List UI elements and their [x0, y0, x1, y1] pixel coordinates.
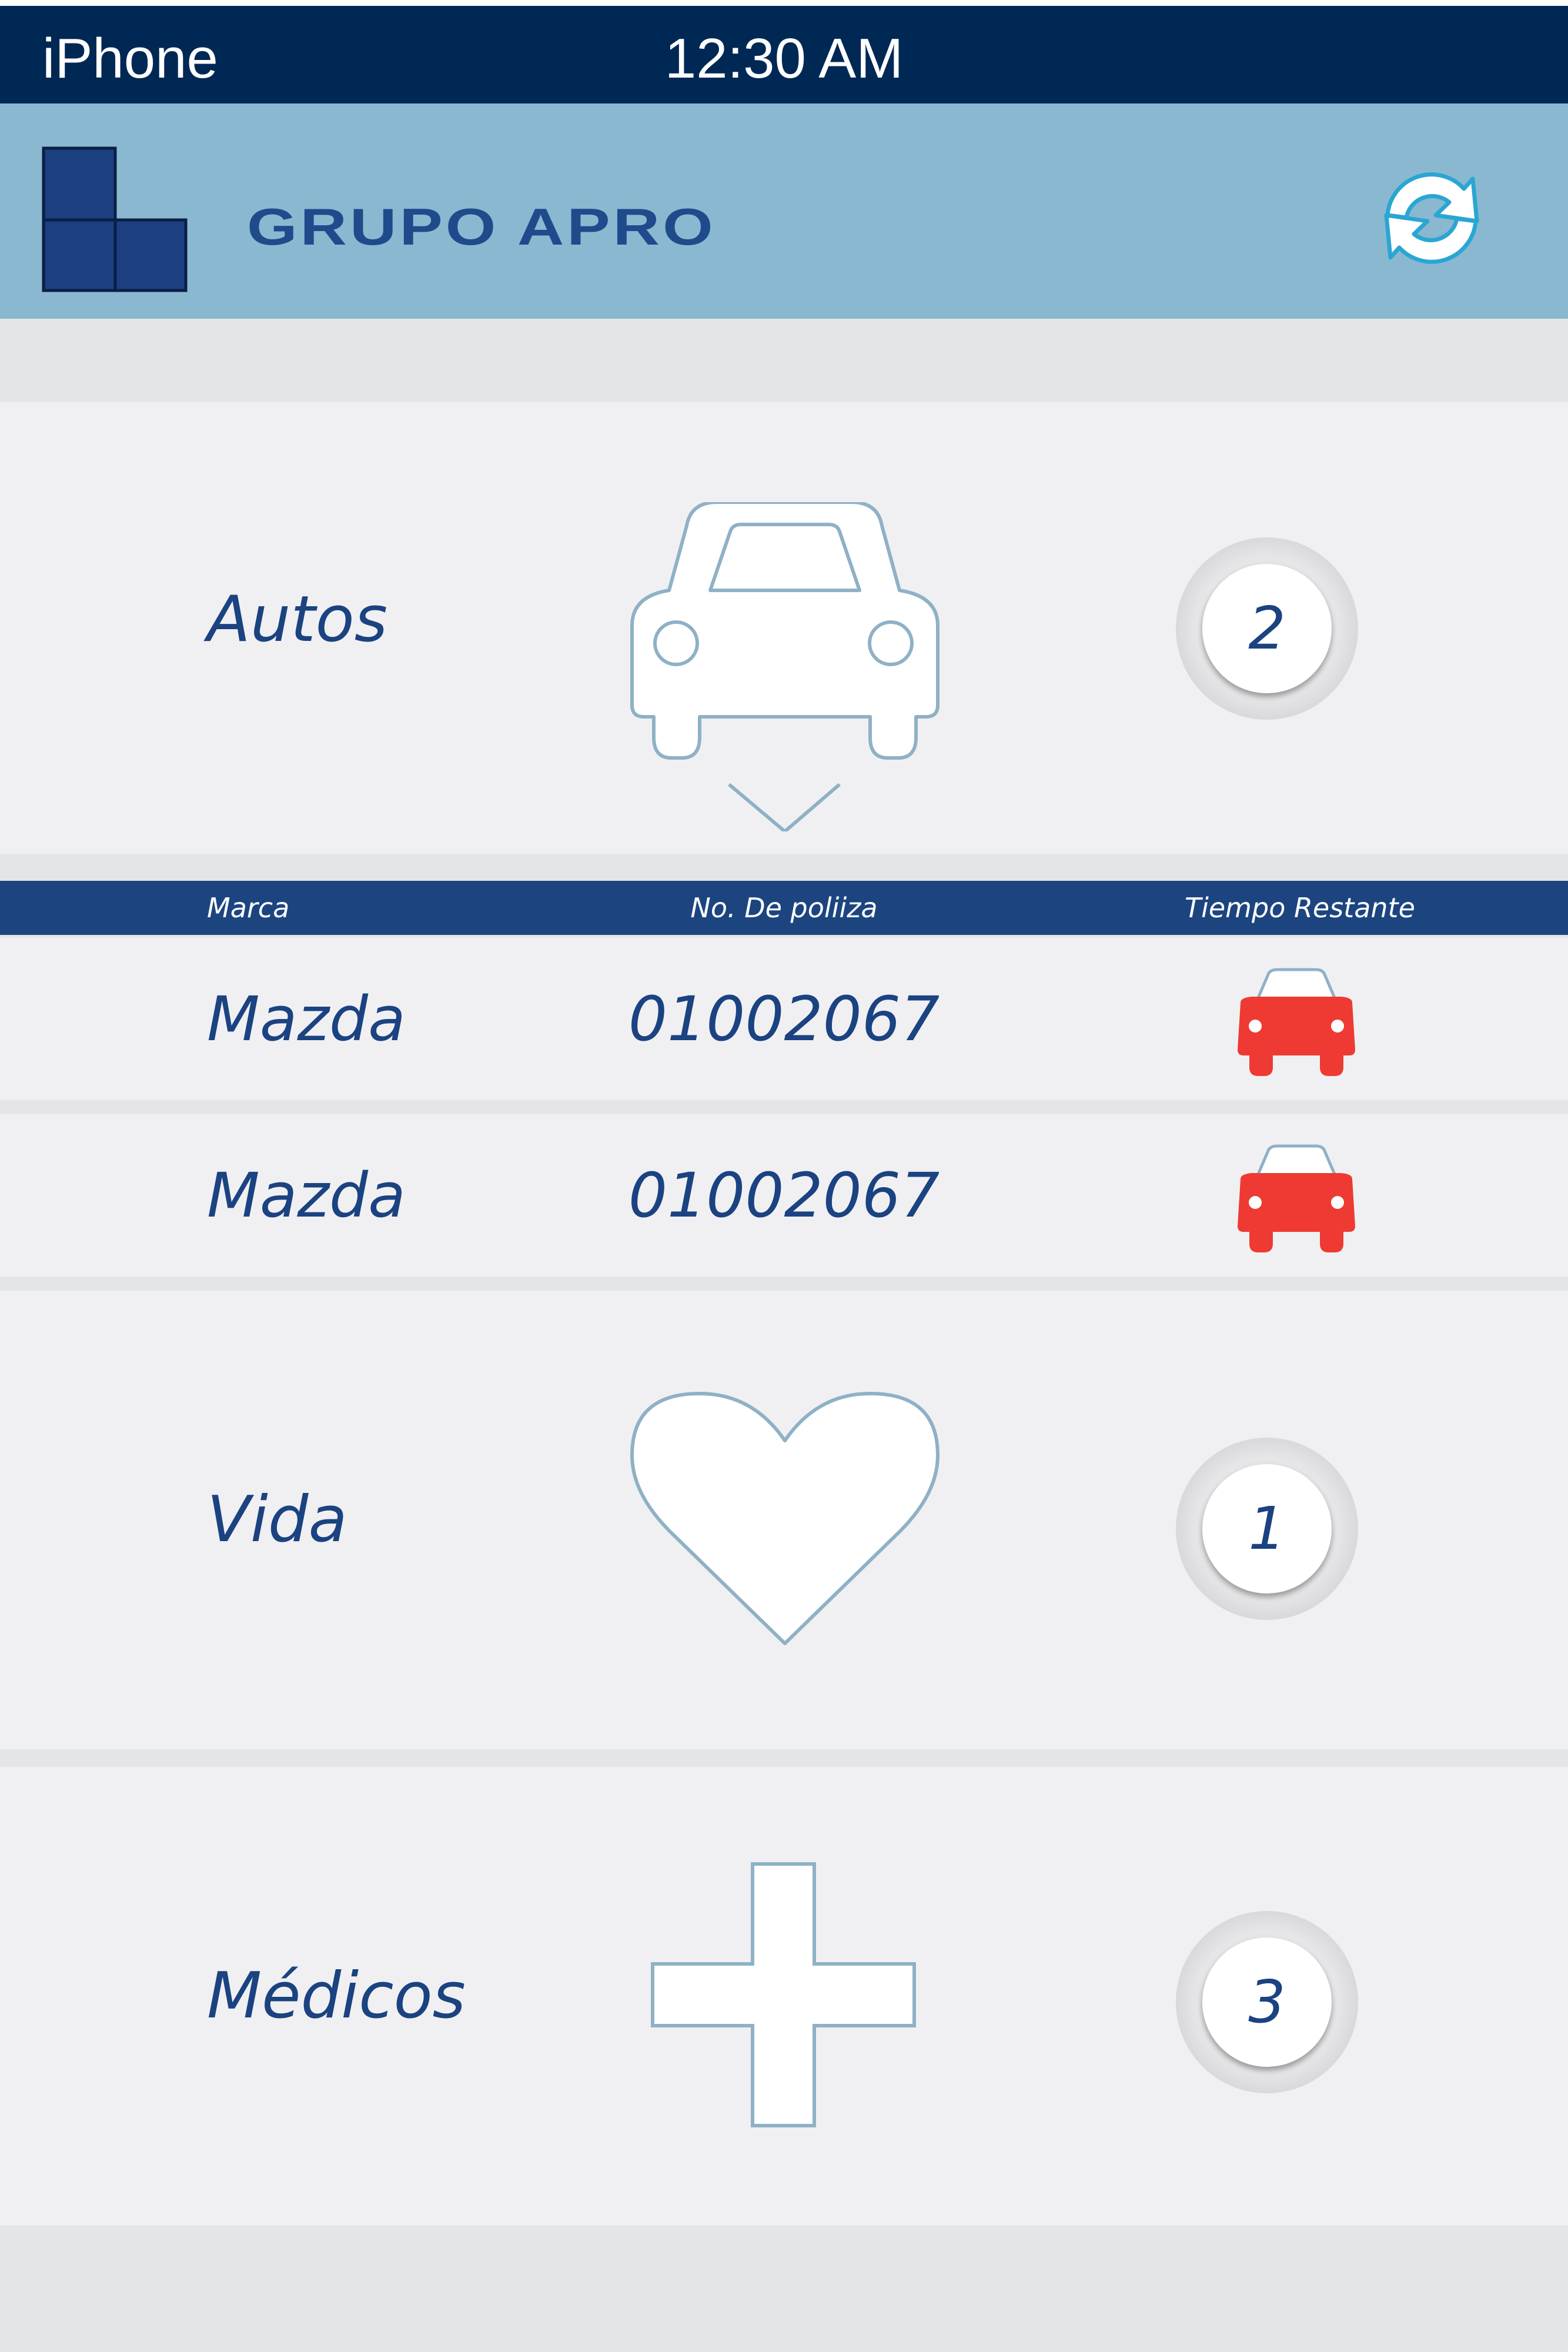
- heart-icon: [630, 1392, 940, 1645]
- count-badge-autos[interactable]: 2: [1176, 537, 1358, 720]
- car-red-icon: [1238, 1144, 1355, 1252]
- autos-table-header: Marca No. De poliiza Tiempo Restante: [0, 881, 1568, 935]
- count-medicos: 3: [1202, 1937, 1332, 2067]
- table-row[interactable]: Mazda 01002067: [0, 938, 1568, 1100]
- refresh-icon[interactable]: [1370, 156, 1493, 280]
- column-header-tiempo: Tiempo Restante: [1185, 892, 1415, 924]
- status-bar: iPhone 12:30 AM: [0, 0, 1568, 103]
- section-autos[interactable]: Autos 2: [0, 402, 1568, 854]
- section-medicos[interactable]: Médicos 3: [0, 1767, 1568, 2226]
- bottom-bar: [0, 2234, 1568, 2352]
- brand-name: GRUPO APRO: [247, 198, 716, 256]
- section-label-vida: Vida: [207, 1483, 347, 1556]
- count-badge-medicos[interactable]: 3: [1176, 1911, 1358, 2093]
- app-screen: iPhone 12:30 AM GRUPO APRO Autos 2 Marca…: [0, 0, 1568, 2352]
- count-badge-vida[interactable]: 1: [1176, 1438, 1358, 1620]
- count-autos: 2: [1202, 564, 1332, 693]
- table-row[interactable]: Mazda 01002067: [0, 1114, 1568, 1277]
- section-label-autos: Autos: [207, 583, 388, 656]
- count-vida: 1: [1202, 1464, 1332, 1593]
- section-vida[interactable]: Vida 1: [0, 1291, 1568, 1749]
- car-icon: [630, 502, 940, 831]
- status-time: 12:30 AM: [664, 27, 904, 90]
- app-header: GRUPO APRO: [0, 103, 1568, 319]
- medical-cross-icon: [651, 1862, 916, 2127]
- grupo-apro-logo: [42, 146, 188, 292]
- car-red-icon: [1238, 968, 1355, 1076]
- section-label-medicos: Médicos: [207, 1959, 466, 2033]
